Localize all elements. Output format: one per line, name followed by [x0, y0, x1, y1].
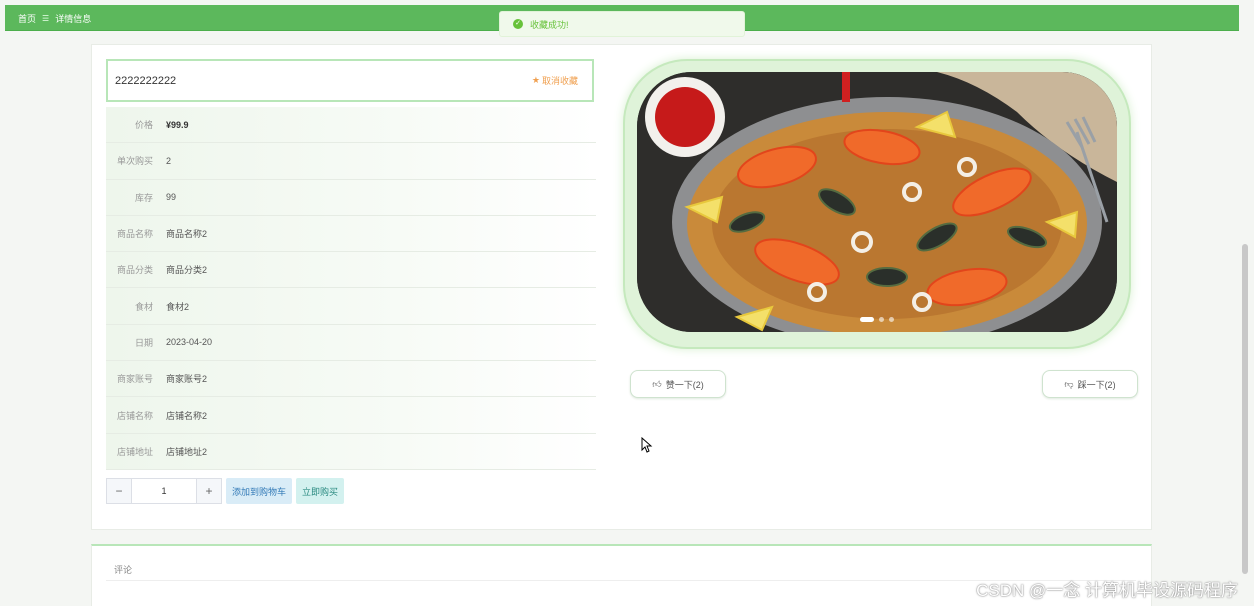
info-label: 商品分类: [116, 265, 153, 276]
mouse-cursor-icon: [641, 437, 653, 453]
buy-now-button[interactable]: 立即购买: [296, 478, 345, 504]
info-row-category: 商品分类 商品分类2: [106, 252, 596, 289]
product-info-list: 价格 ¥99.9 单次购买 2 库存 99 商品名称 商品名称2 商品分类 商品…: [106, 107, 596, 470]
info-row-date: 日期 2023-04-20: [106, 324, 596, 362]
success-toast: ✓ 收藏成功!: [499, 11, 745, 37]
watermark: CSDN @一念 计算机毕设源码程序: [976, 581, 1238, 600]
toast-message: 收藏成功!: [530, 19, 569, 30]
add-to-cart-button[interactable]: 添加到购物车: [226, 478, 293, 504]
info-label: 食材: [134, 301, 153, 312]
quantity-decrease-button[interactable]: −: [106, 478, 132, 504]
info-value: 2: [166, 155, 172, 166]
carousel-indicators: [860, 317, 894, 322]
cancel-favorite-button[interactable]: ★ 取消收藏: [532, 74, 578, 87]
like-button[interactable]: 👍︎ 赞一下(2): [630, 370, 726, 398]
thumbs-down-icon: 👎︎: [1064, 378, 1074, 389]
star-icon: ★: [531, 75, 540, 85]
quantity-input[interactable]: 1: [132, 478, 196, 504]
breadcrumb-current: 详情信息: [55, 14, 92, 24]
product-title-box: 2222222222 ★ 取消收藏: [106, 59, 594, 102]
comment-title: 评论: [114, 565, 133, 575]
info-row-single-purchase: 单次购买 2: [106, 143, 596, 180]
info-value: 2023-04-20: [166, 337, 213, 348]
quantity-increase-button[interactable]: +: [196, 478, 222, 504]
info-label: 价格: [134, 120, 153, 131]
check-circle-icon: ✓: [513, 19, 523, 29]
info-row-stock: 库存 99: [106, 179, 596, 216]
product-title: 2222222222: [115, 74, 177, 87]
carousel-dot[interactable]: [860, 317, 874, 322]
like-label: 赞一下(2): [665, 379, 704, 390]
cancel-favorite-label: 取消收藏: [541, 76, 578, 86]
product-detail-card: 2222222222 ★ 取消收藏 价格 ¥99.9 单次购买 2 库存 99 …: [91, 44, 1152, 530]
breadcrumb: 首页 ☰ 详情信息: [18, 12, 91, 25]
product-image-frame: [623, 59, 1131, 349]
info-row-product-name: 商品名称 商品名称2: [106, 215, 596, 253]
carousel-dot[interactable]: [879, 317, 884, 322]
info-row-merchant-account: 商家账号 商家账号2: [106, 361, 596, 398]
info-value: 商品分类2: [166, 265, 208, 276]
info-value: ¥99.9: [166, 119, 189, 130]
info-row-shop-address: 店铺地址 店铺地址2: [106, 433, 596, 470]
scrollbar-thumb[interactable]: [1242, 244, 1248, 574]
carousel-dot[interactable]: [889, 317, 894, 322]
info-label: 库存: [134, 192, 153, 203]
info-value: 店铺名称2: [166, 410, 208, 421]
info-label: 商家账号: [116, 374, 153, 385]
page-scrollbar[interactable]: [1242, 44, 1248, 604]
dislike-label: 踩一下(2): [1077, 379, 1116, 390]
thumbs-up-icon: 👍︎: [652, 378, 662, 389]
info-value: 99: [166, 192, 177, 203]
info-label: 单次购买: [116, 156, 153, 167]
info-label: 店铺地址: [116, 446, 153, 457]
product-image-carousel[interactable]: [637, 72, 1117, 332]
info-label: 商品名称: [116, 229, 153, 240]
info-row-ingredients: 食材 食材2: [106, 288, 596, 325]
info-row-shop-name: 店铺名称 店铺名称2: [106, 397, 596, 434]
info-value: 商品名称2: [166, 229, 208, 240]
info-row-price: 价格 ¥99.9: [106, 107, 596, 144]
info-value: 店铺地址2: [166, 446, 208, 457]
purchase-bar: − 1 + 添加到购物车 立即购买: [106, 478, 345, 504]
dislike-button[interactable]: 👎︎ 踩一下(2): [1042, 370, 1138, 398]
info-value: 食材2: [166, 301, 190, 312]
breadcrumb-home[interactable]: 首页: [18, 12, 36, 25]
breadcrumb-separator: ☰: [42, 14, 50, 23]
info-label: 日期: [134, 337, 153, 348]
product-image-seafood-paella: [637, 72, 1117, 332]
info-value: 商家账号2: [166, 374, 208, 385]
info-label: 店铺名称: [116, 410, 153, 421]
